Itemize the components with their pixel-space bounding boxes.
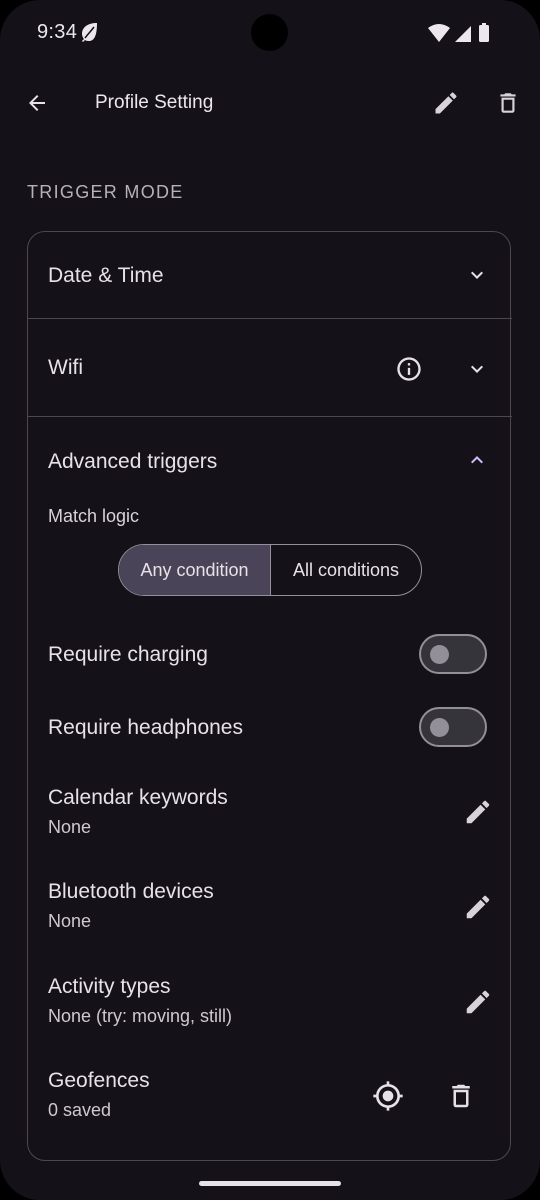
page-title: Profile Setting <box>95 92 214 113</box>
location-target-icon[interactable] <box>372 1080 404 1112</box>
back-button[interactable] <box>15 81 59 125</box>
edit-profile-button[interactable] <box>424 81 468 125</box>
section-label-trigger-mode: TRIGGER MODE <box>27 182 184 202</box>
require-charging-label: Require charging <box>48 643 208 666</box>
camera-cutout <box>251 14 288 51</box>
chevron-down-icon <box>471 271 483 279</box>
match-logic-segmented-button: Any condition All conditions <box>118 544 422 596</box>
bluetooth-devices-value: None <box>48 911 92 931</box>
calendar-keywords-title: Calendar keywords <box>48 786 228 809</box>
info-icon[interactable] <box>395 355 423 383</box>
screen: 9:34 Profile Setting TRIGGER MODE Date &… <box>0 0 540 1200</box>
segment-any-condition[interactable]: Any condition <box>119 545 271 595</box>
row-wifi[interactable]: Wifi <box>28 319 512 416</box>
activity-types-value: None (try: moving, still) <box>48 1006 233 1026</box>
toggle-thumb <box>430 718 449 737</box>
toggle-thumb <box>430 645 449 664</box>
trigger-card: Date & Time Wifi Advanced triggers Match… <box>27 231 512 1161</box>
signal-icon <box>455 26 471 42</box>
row-date-time[interactable]: Date & Time <box>28 232 512 318</box>
edit-icon[interactable] <box>463 797 493 827</box>
calendar-keywords-value: None <box>48 817 92 837</box>
chevron-down-icon <box>471 365 483 373</box>
wifi-label: Wifi <box>48 356 83 379</box>
bluetooth-devices-title: Bluetooth devices <box>48 880 214 903</box>
back-arrow-icon <box>29 95 45 111</box>
activity-types-title: Activity types <box>48 975 171 998</box>
segment-all-conditions[interactable]: All conditions <box>271 545 421 595</box>
require-headphones-label: Require headphones <box>48 716 243 739</box>
system-status-icons <box>428 23 489 42</box>
date-time-label: Date & Time <box>48 264 164 287</box>
chevron-up-icon <box>471 456 483 464</box>
delete-icon <box>500 93 516 113</box>
wifi-icon <box>428 24 450 42</box>
edit-icon[interactable] <box>463 892 493 922</box>
edit-icon[interactable] <box>463 987 493 1017</box>
delete-profile-button[interactable] <box>486 81 530 125</box>
home-indicator[interactable] <box>199 1181 341 1186</box>
match-logic-label: Match logic <box>48 506 140 526</box>
geofences-value: 0 saved <box>48 1100 112 1120</box>
advanced-triggers-label: Advanced triggers <box>48 450 218 473</box>
leaf-icon <box>82 23 97 42</box>
battery-icon <box>479 25 489 42</box>
geofences-title: Geofences <box>48 1069 150 1092</box>
require-headphones-toggle[interactable] <box>419 707 487 747</box>
require-charging-toggle[interactable] <box>419 634 487 674</box>
app-bar: Profile Setting <box>0 72 540 136</box>
edit-icon <box>435 92 457 114</box>
status-bar: 9:34 <box>0 0 540 64</box>
status-time: 9:34 <box>37 21 78 43</box>
row-advanced-triggers[interactable]: Advanced triggers <box>28 417 512 497</box>
delete-icon[interactable] <box>446 1081 476 1111</box>
